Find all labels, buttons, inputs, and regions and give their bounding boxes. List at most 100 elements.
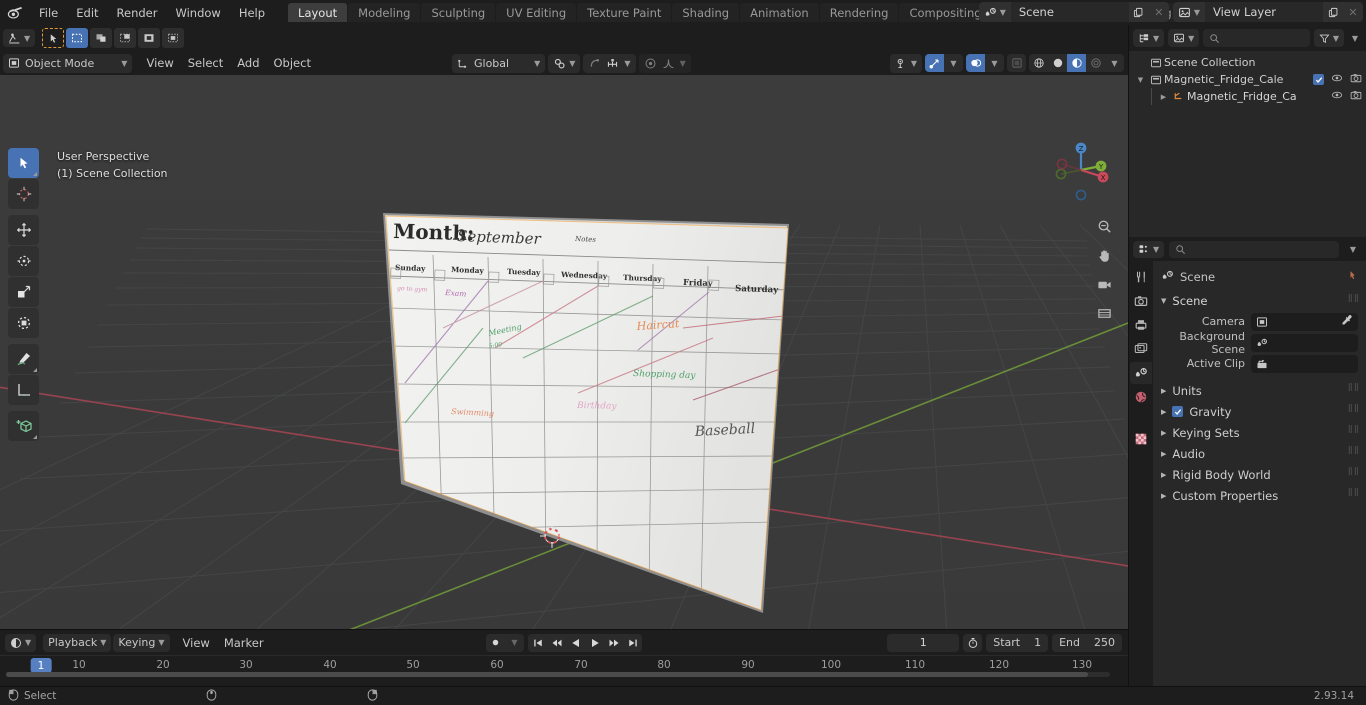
toggle-xray-button[interactable] [1007, 54, 1026, 72]
expand-arrow-icon[interactable]: ▶ [1161, 408, 1166, 416]
object-mode-dropdown[interactable]: Object Mode ▼ [3, 53, 133, 73]
tool-tab[interactable] [1130, 266, 1152, 288]
outliner-display-mode-button[interactable]: ▼ [1168, 29, 1200, 47]
playback-dropdown[interactable]: Playback ▼ [43, 633, 112, 652]
gravity-checkbox[interactable] [1172, 406, 1184, 417]
audio-panel[interactable]: ▶ Audio ⣿⣿ [1153, 443, 1366, 464]
toggle-orthographic-icon[interactable] [1093, 302, 1115, 324]
timeline-playhead[interactable]: 1 [30, 658, 52, 673]
auto-keying-button[interactable] [486, 633, 505, 652]
proportional-falloff-group[interactable]: ▼ [638, 53, 691, 73]
object-visibility-dropdown[interactable]: ▼ [889, 53, 922, 73]
outliner-row-object[interactable]: ▶ Magnetic_Fridge_Calenda [1129, 88, 1366, 105]
rigid-body-world-panel[interactable]: ▶ Rigid Body World ⣿⣿ [1153, 464, 1366, 485]
viewport-menu-select[interactable]: Select [181, 54, 230, 72]
menu-window[interactable]: Window [166, 3, 229, 23]
collection-checkbox[interactable] [1313, 74, 1324, 85]
3d-viewport[interactable]: User Perspective (1) Scene Collection Mo… [0, 75, 1128, 629]
shading-options-dropdown[interactable]: ▼ [1105, 54, 1124, 72]
select-extend-button[interactable] [90, 28, 113, 48]
eyedropper-icon[interactable] [1341, 314, 1353, 329]
tweak-tool[interactable] [8, 148, 39, 178]
wireframe-shading-button[interactable] [1029, 54, 1048, 72]
background-scene-field[interactable] [1251, 333, 1358, 352]
tweak-select-tool-button[interactable] [42, 28, 65, 48]
timeline-menu-marker[interactable]: Marker [217, 634, 271, 652]
active-clip-field[interactable] [1251, 354, 1358, 373]
outliner-filter-button[interactable]: ▼ [1313, 29, 1344, 47]
camera-view-icon[interactable] [1093, 273, 1115, 295]
scene-new-button[interactable] [1128, 2, 1149, 22]
view-layer-name-field[interactable]: View Layer [1205, 2, 1323, 22]
scene-browse-button[interactable]: ▼ [978, 2, 1011, 22]
expand-arrow-icon[interactable]: ▶ [1157, 93, 1170, 101]
properties-options-dropdown[interactable]: ▼ [1344, 245, 1362, 254]
timeline-editor-type-button[interactable]: ▼ [5, 633, 37, 652]
show-gizmo-toggle[interactable] [925, 54, 944, 72]
custom-properties-panel[interactable]: ▶ Custom Properties ⣿⣿ [1153, 485, 1366, 506]
outliner-row-scene-collection[interactable]: Scene Collection [1129, 54, 1366, 71]
material-preview-shading-button[interactable] [1067, 54, 1086, 72]
move-tool[interactable] [8, 215, 39, 245]
blender-logo-icon[interactable] [4, 2, 26, 24]
scene-panel-header[interactable]: ▼ Scene ⣿⣿ [1153, 291, 1366, 311]
timeline-scrollbar[interactable] [6, 672, 1110, 677]
expand-arrow-icon[interactable]: ▼ [1161, 297, 1166, 305]
cursor-tool[interactable] [8, 179, 39, 209]
properties-search-input[interactable] [1169, 240, 1339, 258]
scale-tool[interactable] [8, 277, 39, 307]
menu-edit[interactable]: Edit [67, 3, 107, 23]
outliner-editor-type-button[interactable]: ▼ [1133, 29, 1165, 47]
rotate-tool[interactable] [8, 246, 39, 276]
expand-arrow-icon[interactable]: ▶ [1161, 450, 1166, 458]
timeline-ruler[interactable]: 1 10 20 30 40 50 60 70 80 90 100 110 120… [0, 655, 1128, 677]
add-cube-tool[interactable] [8, 411, 39, 441]
workspace-tab-modeling[interactable]: Modeling [348, 3, 421, 22]
properties-editor-type-button[interactable]: ▼ [1133, 240, 1165, 258]
workspace-tab-sculpting[interactable]: Sculpting [421, 3, 496, 22]
editor-type-button[interactable]: ▼ [3, 29, 36, 47]
texture-tab[interactable] [1130, 428, 1152, 450]
transform-orientation-dropdown[interactable]: Global ▼ [452, 53, 546, 73]
output-tab[interactable] [1130, 314, 1152, 336]
disable-in-renders-icon[interactable] [1350, 89, 1362, 104]
view-layer-tab[interactable] [1130, 338, 1152, 360]
jump-to-end-button[interactable] [623, 633, 642, 652]
disable-in-renders-icon[interactable] [1350, 72, 1362, 87]
workspace-tab-texture-paint[interactable]: Texture Paint [577, 3, 672, 22]
select-invert-button[interactable] [138, 28, 161, 48]
previous-keyframe-button[interactable] [547, 633, 566, 652]
scene-name-field[interactable]: Scene [1010, 2, 1129, 22]
end-frame-field[interactable]: End 250 [1052, 633, 1122, 652]
expand-arrow-icon[interactable]: ▶ [1161, 492, 1166, 500]
overlay-options-dropdown[interactable]: ▼ [985, 54, 1004, 72]
gizmo-options-dropdown[interactable]: ▼ [944, 54, 963, 72]
units-panel[interactable]: ▶ Units ⣿⣿ [1153, 380, 1366, 401]
outliner-search-input[interactable] [1203, 29, 1310, 47]
view-layer-new-button[interactable] [1323, 2, 1343, 22]
keying-sets-panel[interactable]: ▶ Keying Sets ⣿⣿ [1153, 422, 1366, 443]
view-layer-remove-button[interactable]: ✕ [1343, 2, 1363, 22]
outliner-options-icon[interactable]: ▼ [1348, 34, 1362, 43]
select-new-button[interactable] [66, 28, 89, 48]
menu-render[interactable]: Render [108, 3, 167, 23]
solid-shading-button[interactable] [1048, 54, 1067, 72]
workspace-tab-shading[interactable]: Shading [672, 3, 740, 22]
gravity-panel[interactable]: ▶ Gravity ⣿⣿ [1153, 401, 1366, 422]
play-reverse-button[interactable] [566, 633, 585, 652]
menu-help[interactable]: Help [230, 3, 274, 23]
scene-tab[interactable] [1130, 362, 1152, 384]
workspace-tab-layout[interactable]: Layout [288, 3, 348, 22]
expand-arrow-icon[interactable]: ▶ [1161, 429, 1166, 437]
camera-field[interactable] [1251, 312, 1358, 331]
snap-magnet-button[interactable]: ▼ [548, 53, 581, 73]
next-keyframe-button[interactable] [604, 633, 623, 652]
expand-arrow-icon[interactable]: ▶ [1161, 471, 1166, 479]
auto-keying-options-dropdown[interactable]: ▼ [505, 633, 524, 652]
expand-arrow-icon[interactable]: ▼ [1134, 76, 1147, 84]
viewport-menu-object[interactable]: Object [267, 54, 318, 72]
current-frame-field[interactable]: 1 [887, 633, 960, 652]
expand-arrow-icon[interactable]: ▶ [1161, 387, 1166, 395]
timeline-menu-view[interactable]: View [176, 634, 217, 652]
menu-file[interactable]: File [30, 3, 67, 23]
